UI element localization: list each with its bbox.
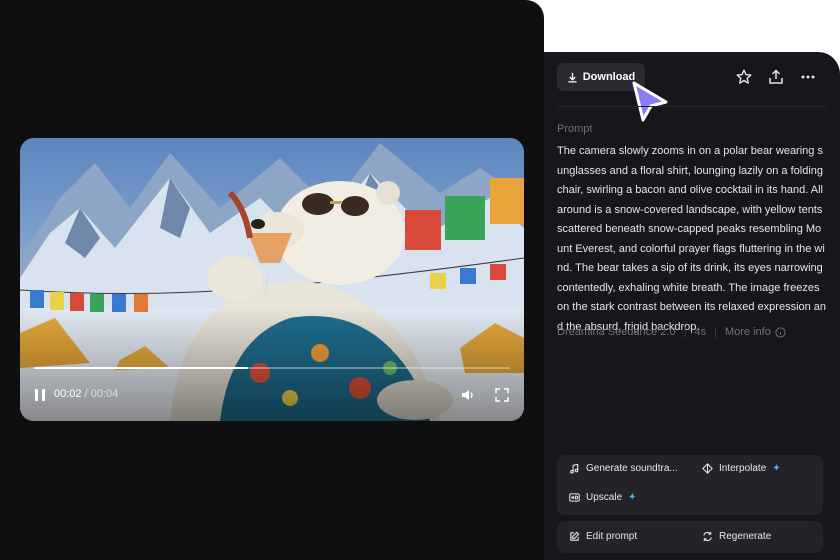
download-icon [568,72,577,83]
fullscreen-icon[interactable] [494,387,510,403]
edit-prompt-button[interactable]: Edit prompt [569,531,637,542]
progress-fill [34,367,249,369]
edit-actions: Edit prompt Regenerate [557,521,823,553]
prompt-text: The camera slowly zooms in on a polar be… [557,145,827,333]
generation-meta: Dreamina Seedance 2.0 | 4s | More info [557,326,786,338]
total-time: / 00:04 [84,388,119,400]
volume-icon[interactable] [460,387,476,403]
current-time: 00:02 [54,388,82,400]
enhance-actions: Generate soundtra... Interpolate ✦ Upsca… [557,455,823,515]
meta-separator: | [714,326,717,338]
time-display: 00:02 / 00:04 [54,388,118,400]
header-divider [557,106,827,107]
prompt-label: Prompt [557,123,593,135]
interpolate-button[interactable]: Interpolate ✦ [702,463,781,474]
refresh-icon [703,531,712,542]
model-name: Dreamina Seedance 2.0 [557,326,676,338]
generate-soundtrack-label: Generate soundtra... [586,463,678,474]
download-label: Download [582,71,636,83]
share-icon[interactable] [767,68,785,86]
star-icon[interactable] [735,68,753,86]
more-info-link[interactable]: More info [725,326,786,338]
info-icon [775,326,786,338]
details-panel: Download Prompt The camera slowly zooms … [544,52,840,560]
progress-bar[interactable] [34,367,510,369]
edit-prompt-label: Edit prompt [586,531,638,542]
hd-icon [569,493,580,502]
meta-separator: | [683,326,687,338]
upscale-button[interactable]: Upscale ✦ [569,492,637,503]
regenerate-button[interactable]: Regenerate [702,531,771,542]
upscale-label: Upscale [586,492,623,503]
main-canvas: 00:02 / 00:04 [0,0,544,560]
interpolate-label: Interpolate [719,463,767,474]
cursor-pointer-icon [630,80,670,124]
video-frame [20,138,524,421]
generate-soundtrack-button[interactable]: Generate soundtra... [569,463,678,474]
video-controls: 00:02 / 00:04 [20,384,524,406]
sparkle-icon: ✦ [772,463,781,474]
more-icon[interactable] [799,68,817,86]
edit-icon [570,531,580,541]
duration: 4s [694,326,707,338]
pause-icon[interactable] [33,388,47,402]
more-info-label: More info [724,326,771,338]
music-note-icon [570,463,579,474]
video-player[interactable]: 00:02 / 00:04 [20,138,524,421]
sparkle-icon: ✦ [628,492,637,503]
interpolate-icon [702,463,713,474]
regenerate-label: Regenerate [719,531,772,542]
